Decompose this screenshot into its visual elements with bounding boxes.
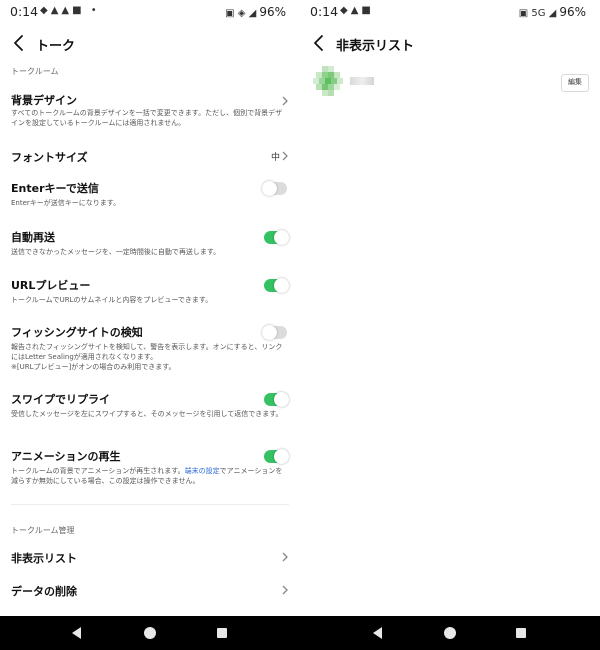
system-icons: ▣ 5G ◢ 96% (518, 5, 586, 19)
top-bar: トーク (0, 30, 300, 58)
status-time: 0:14 (10, 4, 39, 19)
setting-title: Enterキーで送信 (11, 182, 99, 195)
setting-enter-send: Enterキーで送信 Enterキーが送信キーになります。 (0, 176, 300, 210)
setting-title: 非表示リスト (11, 552, 77, 565)
setting-title: データの削除 (11, 585, 77, 598)
status-time: 0:14 (310, 4, 339, 19)
setting-description: Enterキーが送信キーになります。 (11, 199, 121, 207)
section-divider (11, 504, 289, 505)
nav-back-icon[interactable] (373, 627, 383, 639)
setting-description: すべてのトークルームの背景デザインを一括で変更できます。ただし、個別で背景デザイ… (11, 109, 283, 127)
talk-settings-screen: 0:14 ◆▲▲■ • ▣ ◈ ◢ 96% トーク トークルーム 背景デザイン す… (0, 0, 300, 616)
enter-send-toggle[interactable] (262, 181, 287, 196)
font-size-value: 中 (270, 153, 280, 163)
setting-description: トークルームでURLのサムネイルと内容をプレビューできます。 (11, 296, 213, 304)
nav-back-icon[interactable] (72, 627, 82, 639)
setting-title: スワイプでリプライ (11, 393, 110, 406)
page-title: 非表示リスト (336, 39, 415, 54)
top-bar: 非表示リスト (300, 30, 600, 58)
nav-home-icon[interactable] (444, 627, 456, 639)
setting-note: ※[URLプレビュー]がオンの場合のみ利用できます。 (11, 363, 176, 371)
notification-icons: ◆▲■ (340, 5, 374, 16)
section-label-talk-room: トークルーム (11, 67, 59, 76)
setting-description: 送信できなかったメッセージを、一定時間後に自動で再送します。 (11, 248, 221, 256)
chevron-right-icon (282, 552, 288, 562)
setting-title: 自動再送 (11, 231, 55, 244)
chevron-right-icon (282, 151, 288, 161)
edit-button[interactable]: 編集 (561, 74, 589, 92)
setting-swipe-reply: スワイプでリプライ 受信したメッセージを左にスワイプすると、そのメッセージを引用… (0, 387, 300, 431)
setting-title: アニメーションの再生 (11, 450, 121, 463)
setting-title: フォントサイズ (11, 151, 88, 164)
setting-url-preview: URLプレビュー トークルームでURLのサムネイルと内容をプレビューできます。 (0, 273, 300, 307)
setting-font-size[interactable]: フォントサイズ 中 (0, 145, 300, 167)
swipe-reply-toggle[interactable] (264, 392, 289, 407)
nav-recent-apps-icon[interactable] (516, 628, 526, 638)
nav-home-icon[interactable] (144, 627, 156, 639)
setting-description: 報告されたフィッシングサイトを検知して、警告を表示します。オンにすると、リンクに… (11, 343, 283, 361)
notification-icons: ◆▲▲■ • (40, 5, 100, 16)
animation-desc-part1: トークルームの背景でアニメーションが再生されます。 (11, 467, 185, 475)
chevron-right-icon (282, 585, 288, 595)
setting-hidden-list[interactable]: 非表示リスト (0, 545, 300, 569)
auto-resend-toggle[interactable] (264, 230, 289, 245)
setting-delete-data[interactable]: データの削除 (0, 578, 300, 602)
setting-background-design[interactable]: 背景デザイン すべてのトークルームの背景デザインを一括で変更できます。ただし、個… (0, 88, 300, 132)
animation-toggle[interactable] (264, 449, 289, 464)
back-arrow-icon[interactable] (10, 31, 32, 55)
setting-title: 背景デザイン (11, 94, 77, 107)
url-preview-toggle[interactable] (264, 278, 289, 293)
nav-recent-apps-icon[interactable] (217, 628, 227, 638)
system-icons: ▣ ◈ ◢ 96% (225, 5, 286, 19)
hidden-list-screen: 0:14 ◆▲■ ▣ 5G ◢ 96% 非表示リスト 編集 (300, 0, 600, 616)
status-bar: 0:14 ◆▲■ ▣ 5G ◢ 96% (300, 0, 600, 24)
setting-phishing-detection: フィッシングサイトの検知 報告されたフィッシングサイトを検知して、警告を表示しま… (0, 320, 300, 374)
setting-auto-resend: 自動再送 送信できなかったメッセージを、一定時間後に自動で再送します。 (0, 225, 300, 259)
device-settings-link[interactable]: 端末の設定 (185, 467, 220, 475)
system-nav-bar (300, 616, 600, 650)
network-type: 5G (531, 8, 546, 19)
battery-level: 96% (559, 5, 586, 19)
setting-animation: アニメーションの再生 トークルームの背景でアニメーションが再生されます。端末の設… (0, 444, 300, 488)
chevron-right-icon (282, 96, 288, 106)
setting-description: 受信したメッセージを左にスワイプすると、そのメッセージを引用して返信できます。 (11, 410, 283, 418)
setting-description: トークルームの背景でアニメーションが再生されます。端末の設定でアニメーションを減… (11, 466, 287, 486)
section-label-room-management: トークルーム管理 (11, 526, 75, 535)
system-nav-bar (0, 616, 300, 650)
setting-title: フィッシングサイトの検知 (11, 326, 143, 339)
page-title: トーク (36, 39, 76, 54)
status-bar: 0:14 ◆▲▲■ • ▣ ◈ ◢ 96% (0, 0, 300, 24)
back-arrow-icon[interactable] (310, 31, 332, 55)
avatar (313, 66, 343, 96)
phishing-detection-toggle[interactable] (262, 325, 287, 340)
setting-title: URLプレビュー (11, 279, 91, 292)
friend-name-redacted (350, 77, 374, 85)
battery-level: 96% (259, 5, 286, 19)
